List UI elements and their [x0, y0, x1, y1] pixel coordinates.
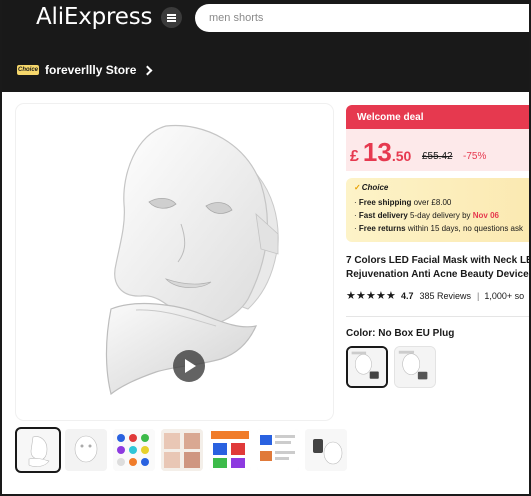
free-returns-line: · Free returns within 15 days, no questi…: [354, 224, 523, 233]
free-shipping-line: · Free shipping over £8.00: [354, 198, 452, 207]
separator: |: [477, 291, 480, 301]
thumbnail[interactable]: [113, 429, 155, 471]
choice-badge: Choice: [17, 65, 39, 75]
play-video-icon[interactable]: [173, 350, 205, 382]
aliexpress-logo[interactable]: AliExpress: [36, 4, 153, 30]
discount-badge: -75%: [463, 151, 487, 162]
color-label: Color: No Box EU Plug: [346, 328, 455, 339]
product-title: 7 Colors LED Facial Mask with Neck LE Re…: [346, 255, 531, 280]
top-bar: AliExpress men shorts Choice foreverllly…: [0, 0, 531, 92]
color-variant[interactable]: [394, 346, 436, 388]
current-price: £ 13 .50: [350, 137, 412, 167]
thumbnail[interactable]: [305, 429, 347, 471]
hamburger-icon: [167, 13, 176, 22]
star-icon: ★: [366, 290, 376, 302]
star-icon: ★: [356, 290, 366, 302]
price-box: £ 13 .50 £55.42 -75%: [346, 129, 531, 171]
reviews-link[interactable]: 385 Reviews: [420, 291, 472, 301]
check-icon: ✓: [354, 183, 361, 192]
search-input[interactable]: men shorts: [195, 4, 531, 32]
divider: [346, 316, 531, 317]
star-icon: ★: [346, 290, 356, 302]
color-variant-selected[interactable]: [346, 346, 388, 388]
thumbnail[interactable]: [65, 429, 107, 471]
sold-count: 1,000+ so: [484, 291, 525, 301]
rating-row: ★ ★ ★ ★ ★ 4.7 385 Reviews | 1,000+ so: [346, 290, 525, 302]
thumbnail[interactable]: [15, 427, 61, 473]
star-icon: ★: [386, 290, 396, 302]
thumbnail[interactable]: [257, 429, 299, 471]
store-link[interactable]: Choice foreverllly Store: [17, 62, 153, 78]
star-icon: ★: [376, 290, 386, 302]
menu-button[interactable]: [161, 7, 182, 28]
chevron-right-icon: [142, 65, 153, 75]
fast-delivery-line: · Fast delivery 5-day delivery by Nov 06: [354, 211, 499, 220]
welcome-deal-banner: Welcome deal: [346, 105, 531, 129]
main-product-image[interactable]: [16, 104, 333, 420]
original-price: £55.42: [422, 151, 453, 162]
thumbnail-strip: [15, 427, 347, 473]
thumbnail[interactable]: [209, 429, 251, 471]
star-rating: ★ ★ ★ ★ ★: [346, 290, 396, 302]
rating-value: 4.7: [401, 291, 414, 301]
thumbnail[interactable]: [161, 429, 203, 471]
choice-benefits[interactable]: ✓ Choice · Free shipping over £8.00 · Fa…: [346, 178, 531, 242]
choice-title: ✓ Choice: [354, 183, 389, 192]
store-name: foreverllly Store: [45, 63, 137, 77]
